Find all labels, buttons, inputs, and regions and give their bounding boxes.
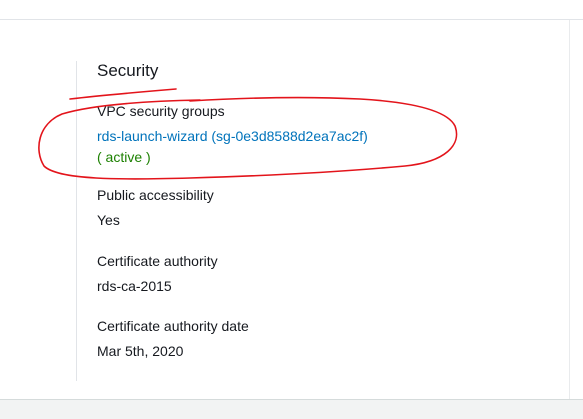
security-section-title: Security bbox=[97, 61, 159, 80]
security-section: Security VPC security groups rds-launch-… bbox=[97, 60, 557, 359]
certificate-authority-label: Certificate authority bbox=[97, 253, 218, 269]
security-group-link[interactable]: rds-launch-wizard (sg-0e3d8588d2ea7ac2f) bbox=[97, 128, 368, 144]
public-accessibility-field: Public accessibility Yes bbox=[97, 186, 214, 229]
red-title-underline bbox=[69, 88, 177, 100]
column-divider bbox=[76, 61, 77, 381]
vpc-security-groups-label: VPC security groups bbox=[97, 103, 225, 119]
vpc-security-group-value: rds-launch-wizard (sg-0e3d8588d2ea7ac2f) bbox=[97, 127, 368, 145]
panel-top-divider bbox=[0, 19, 583, 20]
public-accessibility-value: Yes bbox=[97, 212, 120, 228]
vpc-security-groups-field: VPC security groups rds-launch-wizard (s… bbox=[97, 102, 368, 166]
bottom-panel-edge bbox=[0, 399, 583, 419]
certificate-authority-date-field: Certificate authority date Mar 5th, 2020 bbox=[97, 317, 249, 360]
certificate-authority-date-label: Certificate authority date bbox=[97, 318, 249, 334]
certificate-authority-date-value: Mar 5th, 2020 bbox=[97, 343, 184, 359]
security-group-status: ( active ) bbox=[97, 149, 151, 165]
panel-right-border bbox=[569, 20, 570, 399]
public-accessibility-label: Public accessibility bbox=[97, 187, 214, 203]
certificate-authority-field: Certificate authority rds-ca-2015 bbox=[97, 252, 218, 295]
certificate-authority-value: rds-ca-2015 bbox=[97, 278, 172, 294]
